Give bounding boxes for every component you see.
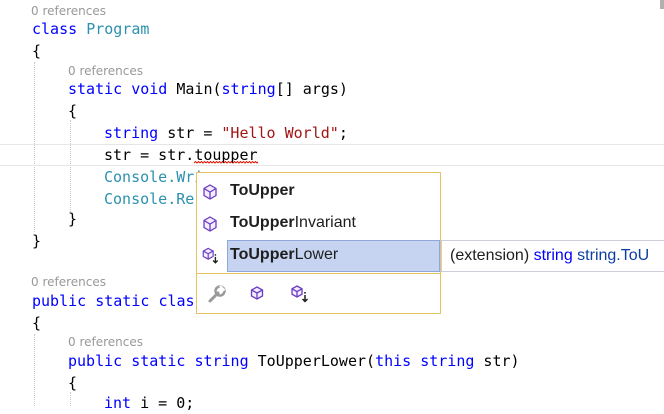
code-line-brace: }: [32, 232, 42, 250]
code-line-brace: }: [68, 210, 78, 228]
method-icon: [203, 184, 217, 200]
code-line-brace: {: [32, 42, 42, 60]
code-line-decl: string str = "Hello World";: [104, 124, 348, 142]
completion-item-label: ToUpper: [230, 182, 295, 199]
current-line-highlight: [0, 144, 664, 166]
completion-item-label: ToUpperLower: [230, 246, 339, 263]
code-line-int: int i = 0;: [104, 394, 195, 412]
quick-info-tooltip: (extension) string string.ToU: [441, 240, 664, 272]
codelens-references[interactable]: 0 references: [31, 275, 106, 289]
completion-item[interactable]: ToUpperInvariant: [197, 208, 440, 240]
code-line-ext-method: public static string ToUpperLower(this s…: [68, 352, 520, 370]
code-line-brace: {: [68, 102, 78, 120]
indent-guide: [34, 334, 35, 406]
filter-separator: [197, 273, 440, 274]
code-line-current[interactable]: str = str.toupper: [104, 144, 258, 166]
scroll-indicator: [660, 0, 664, 9]
intellisense-completion-list[interactable]: ToUpper ToUpperInvariant ToUpperLower: [196, 172, 441, 314]
code-line-ext-class: public static clas: [32, 292, 195, 310]
code-line-class: class Program: [32, 20, 150, 38]
codelens-references[interactable]: 0 references: [68, 335, 143, 349]
wrench-filter-icon[interactable]: [205, 283, 229, 305]
completion-item-selected[interactable]: ToUpperLower: [197, 240, 440, 272]
indent-guide: [70, 120, 71, 212]
code-line-read: Console.Re: [104, 190, 195, 208]
completion-item-label: ToUpperInvariant: [230, 214, 356, 231]
extension-method-icon: [202, 247, 219, 264]
code-line-writeline: Console.Wri: [104, 168, 204, 186]
codelens-references[interactable]: 0 references: [68, 64, 143, 78]
method-icon: [203, 216, 217, 232]
codelens-references[interactable]: 0 references: [31, 4, 106, 18]
method-filter-icon[interactable]: [245, 283, 269, 305]
indent-guide: [70, 392, 71, 406]
code-line-main: static void Main(string[] args): [68, 80, 348, 98]
extension-method-filter-icon[interactable]: [287, 283, 311, 305]
error-squiggle: toupper: [194, 146, 258, 164]
code-line-brace: {: [32, 314, 42, 332]
completion-item[interactable]: ToUpper: [197, 176, 440, 208]
code-line-brace: {: [68, 374, 78, 392]
